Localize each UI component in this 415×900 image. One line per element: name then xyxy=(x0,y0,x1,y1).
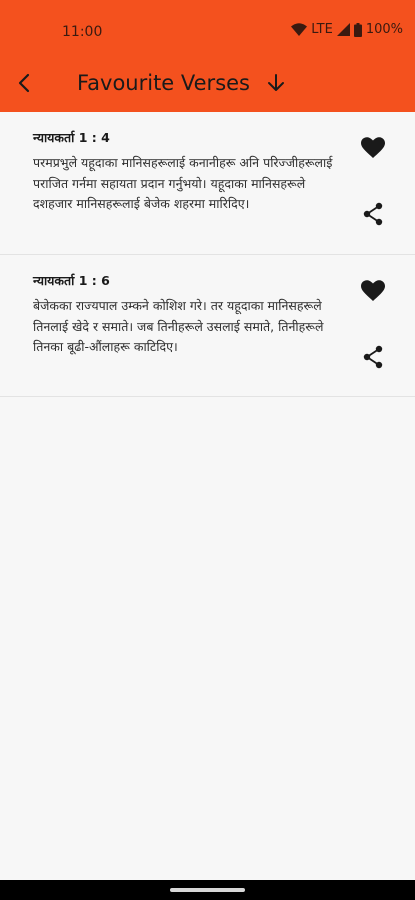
status-bar: 11:00 LTE 100% xyxy=(0,0,415,62)
battery-level: 100% xyxy=(365,22,403,37)
app-bar: Favourite Verses xyxy=(0,62,415,112)
share-button[interactable] xyxy=(359,202,387,230)
signal-icon xyxy=(336,23,350,36)
favourite-button[interactable] xyxy=(359,136,387,164)
status-icons: LTE 100% xyxy=(291,22,403,37)
battery-icon xyxy=(353,22,362,37)
status-time: 11:00 xyxy=(62,24,103,40)
system-nav-bar xyxy=(0,880,415,900)
back-arrow-icon xyxy=(16,73,34,97)
wifi-icon xyxy=(291,23,308,36)
verse-card[interactable]: न्यायकर्ता 1 : 6 बेजेकका राज्यपाल उम्कने… xyxy=(0,255,415,397)
page-title: Favourite Verses xyxy=(77,71,250,95)
verse-reference: न्यायकर्ता 1 : 6 xyxy=(33,273,110,288)
verse-text: बेजेकका राज्यपाल उम्कने कोशिश गरे। तर यह… xyxy=(33,298,324,354)
share-icon xyxy=(362,345,384,373)
share-button[interactable] xyxy=(359,345,387,373)
header: 11:00 LTE 100% Favourite Verses xyxy=(0,0,415,112)
verse-list: न्यायकर्ता 1 : 4 परमप्रभुले यहूदाका मानि… xyxy=(0,112,415,397)
network-type: LTE xyxy=(311,22,333,37)
share-icon xyxy=(362,202,384,230)
heart-icon xyxy=(361,137,385,163)
verse-card[interactable]: न्यायकर्ता 1 : 4 परमप्रभुले यहूदाका मानि… xyxy=(0,112,415,255)
favourite-button[interactable] xyxy=(359,279,387,307)
back-button[interactable] xyxy=(10,70,40,100)
heart-icon xyxy=(361,280,385,306)
verse-reference: न्यायकर्ता 1 : 4 xyxy=(33,130,110,145)
verse-text: परमप्रभुले यहूदाका मानिसहरूलाई कनानीहरू … xyxy=(33,155,333,211)
download-arrow-icon xyxy=(267,73,285,97)
download-button[interactable] xyxy=(261,70,291,100)
home-handle[interactable] xyxy=(170,888,245,892)
